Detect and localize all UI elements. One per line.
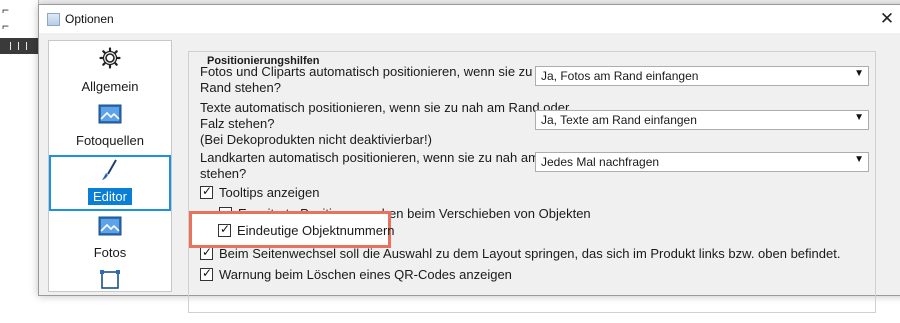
chevron-down-icon: ▼ [854, 68, 864, 79]
background-left-panel: ⌐ ⌐ [0, 0, 39, 276]
checkbox-label: Warnung beim Löschen eines QR-Codes anze… [219, 267, 512, 282]
texts-positioning-select[interactable]: Ja, Texte am Rand einfangen ▼ [535, 110, 869, 130]
background-mark-icon: ⌐ [2, 3, 10, 17]
tooltips-checkbox[interactable]: ✓ [200, 184, 213, 199]
sidebar-item-label: Allgemein [81, 79, 139, 94]
photos-positioning-select[interactable]: Ja, Fotos am Rand einfangen ▼ [535, 66, 869, 86]
unique-object-numbers-checkbox-row[interactable]: ✓ Eindeutige Objektnummern [218, 222, 395, 239]
image-icon [98, 104, 122, 124]
chevron-down-icon: ▼ [854, 112, 864, 123]
options-dialog: Optionen ✕ Allgemein Fotoquellen Editor … [38, 4, 900, 313]
background-mark-icon: ⌐ [2, 19, 10, 33]
dialog-titlebar: Optionen ✕ [39, 5, 900, 33]
editor-options-panel: Positionierungshilfen Fotos und Cliparts… [182, 37, 894, 313]
qr-warning-checkbox[interactable]: ✓ [200, 266, 213, 281]
sidebar-item-label: Fotos [93, 245, 127, 260]
checkbox-label: Eindeutige Objektnummern [237, 223, 395, 238]
gear-icon [99, 47, 121, 69]
sidebar-item-label: Editor [49, 188, 171, 205]
unique-object-numbers-checkbox[interactable]: ✓ [218, 222, 231, 237]
select-value: Ja, Fotos am Rand einfangen [541, 69, 699, 83]
select-value: Ja, Texte am Rand einfangen [541, 113, 697, 127]
positioning-question-texts: Texte automatisch positionieren, wenn si… [200, 100, 570, 147]
maps-positioning-select[interactable]: Jedes Mal nachfragen ▼ [535, 152, 869, 172]
dialog-title: Optionen [65, 12, 114, 26]
sidebar-item-editor[interactable]: Editor [49, 155, 171, 211]
layout-icon [100, 270, 120, 289]
select-value: Jedes Mal nachfragen [541, 155, 660, 169]
checkbox-label: Tooltips anzeigen [219, 185, 320, 200]
checkbox-label: Beim Seitenwechsel soll die Auswahl zu d… [219, 246, 841, 261]
highlight-box: ✓ Eindeutige Objektnummern [189, 211, 395, 248]
chevron-down-icon: ▼ [854, 154, 864, 165]
positioning-question-maps: Landkarten automatisch positionieren, we… [200, 150, 574, 181]
checkmark-icon: ✓ [220, 222, 231, 236]
background-ruler [0, 38, 38, 54]
brush-icon [102, 159, 117, 180]
close-button[interactable]: ✕ [877, 9, 897, 29]
app-icon [47, 13, 60, 26]
sidebar-item-fotoquellen[interactable]: Fotoquellen [49, 99, 171, 155]
layout-jump-checkbox[interactable]: ✓ [200, 245, 213, 260]
positioning-question-photos: Fotos und Cliparts automatisch positioni… [200, 64, 580, 95]
checkmark-icon: ✓ [202, 266, 213, 280]
category-sidebar: Allgemein Fotoquellen Editor Fotos [48, 40, 172, 292]
sidebar-item-label: Fotoquellen [76, 133, 144, 148]
sidebar-item-fotos[interactable]: Fotos [49, 211, 171, 267]
sidebar-item-allgemein[interactable]: Allgemein [49, 45, 171, 101]
sidebar-item-layout[interactable] [49, 267, 171, 323]
image-icon [98, 216, 122, 236]
checkmark-icon: ✓ [202, 184, 213, 198]
